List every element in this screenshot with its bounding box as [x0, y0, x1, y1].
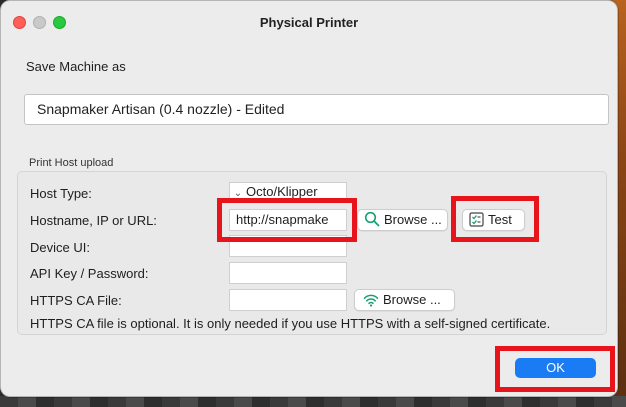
window-title: Physical Printer [259, 15, 359, 30]
hostname-label: Hostname, IP or URL: [30, 213, 157, 228]
host-type-value: Octo/Klipper [246, 184, 318, 199]
maximize-window-button[interactable] [53, 16, 66, 29]
ok-button-highlight [495, 346, 615, 392]
minimize-window-button[interactable] [33, 16, 46, 29]
device-ui-label: Device UI: [30, 240, 90, 255]
api-key-label: API Key / Password: [30, 266, 149, 281]
ca-file-note: HTTPS CA file is optional. It is only ne… [30, 316, 551, 331]
test-button-highlight [451, 196, 539, 242]
https-ca-file-label: HTTPS CA File: [30, 293, 122, 308]
desktop-background-bottom [0, 396, 626, 407]
https-ca-file-input[interactable] [229, 289, 347, 311]
title-bar: Physical Printer [1, 1, 617, 45]
browse-button[interactable]: Browse ... [357, 209, 448, 231]
print-host-group-label: Print Host upload [29, 157, 114, 169]
machine-name-input[interactable]: Snapmaker Artisan (0.4 nozzle) - Edited [24, 94, 609, 125]
ca-browse-button[interactable]: Browse ... [354, 289, 455, 311]
ca-browse-button-label: Browse ... [383, 292, 441, 307]
search-icon [364, 211, 380, 227]
save-machine-label: Save Machine as [26, 59, 126, 74]
hostname-highlight [217, 198, 357, 242]
browse-button-label: Browse ... [384, 212, 442, 227]
close-window-button[interactable] [13, 16, 26, 29]
host-type-label: Host Type: [30, 186, 92, 201]
wifi-icon [363, 294, 379, 307]
physical-printer-dialog: Physical Printer Save Machine as Snapmak… [0, 0, 618, 397]
api-key-input[interactable] [229, 262, 347, 284]
